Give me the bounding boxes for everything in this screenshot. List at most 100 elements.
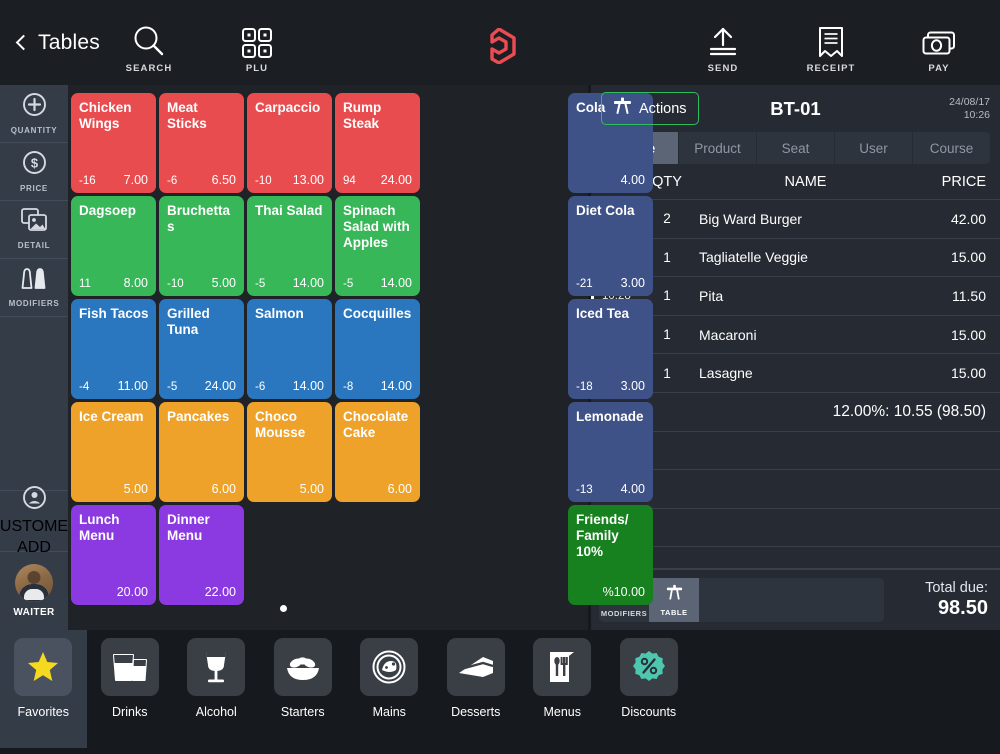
pay-label: PAY [928, 63, 949, 74]
product-tile[interactable]: Chocolate Cake6.00 [335, 402, 420, 502]
pay-button[interactable]: PAY [902, 22, 976, 74]
plu-button[interactable]: PLU [220, 22, 294, 74]
product-tile-name: Carpaccio [255, 100, 325, 116]
product-tile[interactable]: Salmon-614.00 [247, 299, 332, 399]
order-row-name: Pita [689, 288, 916, 304]
left-tool-rail: QUANTITY $ PRICE [0, 85, 68, 630]
product-tile-price: 7.00 [124, 173, 148, 187]
product-tile-name: Grilled Tuna [167, 306, 237, 338]
send-button[interactable]: SEND [686, 22, 760, 74]
category-tab-drinks[interactable]: Drinks [87, 630, 174, 748]
rail-item-modifiers[interactable]: MODIFIERS [0, 259, 68, 317]
product-tile-price: 14.00 [293, 379, 324, 393]
product-tile-name: Iced Tea [576, 306, 646, 322]
product-tile[interactable]: Ice Cream5.00 [71, 402, 156, 502]
rail-spacer [0, 317, 68, 490]
search-button[interactable]: SEARCH [112, 22, 186, 74]
product-tile-name: Fish Tacos [79, 306, 149, 322]
category-tab-favorites[interactable]: Favorites [0, 630, 87, 748]
order-row-name: Big Ward Burger [689, 211, 916, 227]
product-tile[interactable]: Carpaccio-1013.00 [247, 93, 332, 193]
product-tile[interactable]: Diet Cola-213.00 [568, 196, 653, 296]
rail-item-detail[interactable]: DETAIL [0, 201, 68, 259]
rail-item-quantity[interactable]: QUANTITY [0, 85, 68, 143]
salad-bowl-icon [274, 638, 332, 696]
product-tile[interactable]: Bruchettas-105.00 [159, 196, 244, 296]
order-header: Actions BT-01 24/08/17 10:26 [591, 85, 1000, 132]
category-tab-label: Starters [281, 705, 325, 719]
category-tab-menus[interactable]: Menus [519, 630, 606, 748]
product-tile[interactable]: Chicken Wings-167.00 [71, 93, 156, 193]
back-to-tables-button[interactable]: Tables [18, 31, 100, 55]
plu-grid-icon [242, 22, 272, 58]
product-tile-price: 13.00 [293, 173, 324, 187]
dollar-circle-icon: $ [22, 150, 47, 180]
category-tab-desserts[interactable]: Desserts [433, 630, 520, 748]
product-grid: Chicken Wings-167.00Meat Sticks-66.50Car… [70, 93, 498, 605]
product-tile[interactable]: Cocquilles-814.00 [335, 299, 420, 399]
product-tile[interactable]: Thai Salad-514.00 [247, 196, 332, 296]
menu-book-icon [533, 638, 591, 696]
product-tile[interactable]: Iced Tea -18 3.00 [568, 299, 653, 399]
product-tile-price: 11.00 [118, 379, 148, 393]
product-tile-price: 14.00 [381, 379, 412, 393]
product-tile[interactable]: Dinner Menu22.00 [159, 505, 244, 605]
product-tile[interactable]: Friends/ Family 10%%10.00 [568, 505, 653, 605]
product-tile[interactable]: Meat Sticks-66.50 [159, 93, 244, 193]
order-tab-seat[interactable]: Seat [757, 132, 835, 164]
category-tab-starters[interactable]: Starters [260, 630, 347, 748]
customer-add-button[interactable]: CUSTOMER ADD [0, 490, 68, 552]
product-tile-footer: -213.00 [576, 276, 645, 290]
product-tile-price: 4.00 [621, 482, 645, 496]
percent-badge-icon [620, 638, 678, 696]
order-row-name: Lasagne [689, 365, 916, 381]
product-tile-price: 3.00 [621, 379, 645, 393]
receipt-button[interactable]: RECEIPT [794, 22, 868, 74]
order-row-price: 15.00 [916, 365, 986, 381]
send-label: SEND [708, 63, 739, 74]
cash-money-icon [922, 22, 956, 58]
product-tile-price: 5.00 [212, 276, 236, 290]
plus-circle-icon [22, 92, 47, 122]
product-tile-name: Ice Cream [79, 409, 149, 425]
product-tile[interactable]: Grilled Tuna-524.00 [159, 299, 244, 399]
image-stack-icon [21, 208, 47, 237]
category-tab-label: Menus [543, 705, 581, 719]
product-tile[interactable]: Dagsoep118.00 [71, 196, 156, 296]
category-tab-discounts[interactable]: Discounts [606, 630, 693, 748]
order-tab-product[interactable]: Product [679, 132, 757, 164]
category-tab-label: Mains [373, 705, 406, 719]
order-tab-course[interactable]: Course [913, 132, 990, 164]
product-tile-price: 5.00 [300, 482, 324, 496]
product-tile-stock: -18 [576, 381, 593, 393]
product-tile[interactable]: Rump Steak9424.00 [335, 93, 420, 193]
rail-item-price[interactable]: $ PRICE [0, 143, 68, 201]
side-product-column: Cola4.00Diet Cola-213.00Iced Tea-183.00L… [568, 85, 666, 630]
product-tile-footer: 6.00 [167, 482, 236, 496]
product-tile-price: 6.00 [388, 482, 412, 496]
product-tile-price: 6.50 [212, 173, 236, 187]
waiter-label: WAITER [13, 607, 54, 618]
product-tile[interactable]: Lemonade-134.00 [568, 402, 653, 502]
product-tile[interactable]: Pancakes6.00 [159, 402, 244, 502]
category-tab-mains[interactable]: Mains [346, 630, 433, 748]
waiter-avatar [15, 564, 53, 602]
product-tile[interactable]: Lunch Menu20.00 [71, 505, 156, 605]
product-tile[interactable]: Spinach Salad with Apples-514.00 [335, 196, 420, 296]
actions-button[interactable]: Actions [601, 92, 699, 125]
product-grid-wrap: Chicken Wings-167.00Meat Sticks-66.50Car… [68, 85, 498, 630]
product-tile-footer: 118.00 [79, 276, 148, 290]
page-indicator[interactable] [68, 605, 498, 612]
order-row-name: Macaroni [689, 327, 916, 343]
order-row-price: 42.00 [916, 211, 986, 227]
product-tile-footer: 4.00 [576, 173, 645, 187]
product-tile-footer: -411.00 [79, 379, 148, 393]
waiter-button[interactable]: WAITER [0, 552, 68, 630]
category-tab-alcohol[interactable]: Alcohol [173, 630, 260, 748]
product-tile[interactable]: Choco Mousse5.00 [247, 402, 332, 502]
product-tile-stock: -6 [255, 381, 265, 393]
product-tile[interactable]: Fish Tacos -411.00 [71, 299, 156, 399]
product-tile-price: 14.00 [293, 276, 324, 290]
order-tab-user[interactable]: User [835, 132, 913, 164]
star-icon [14, 638, 72, 696]
